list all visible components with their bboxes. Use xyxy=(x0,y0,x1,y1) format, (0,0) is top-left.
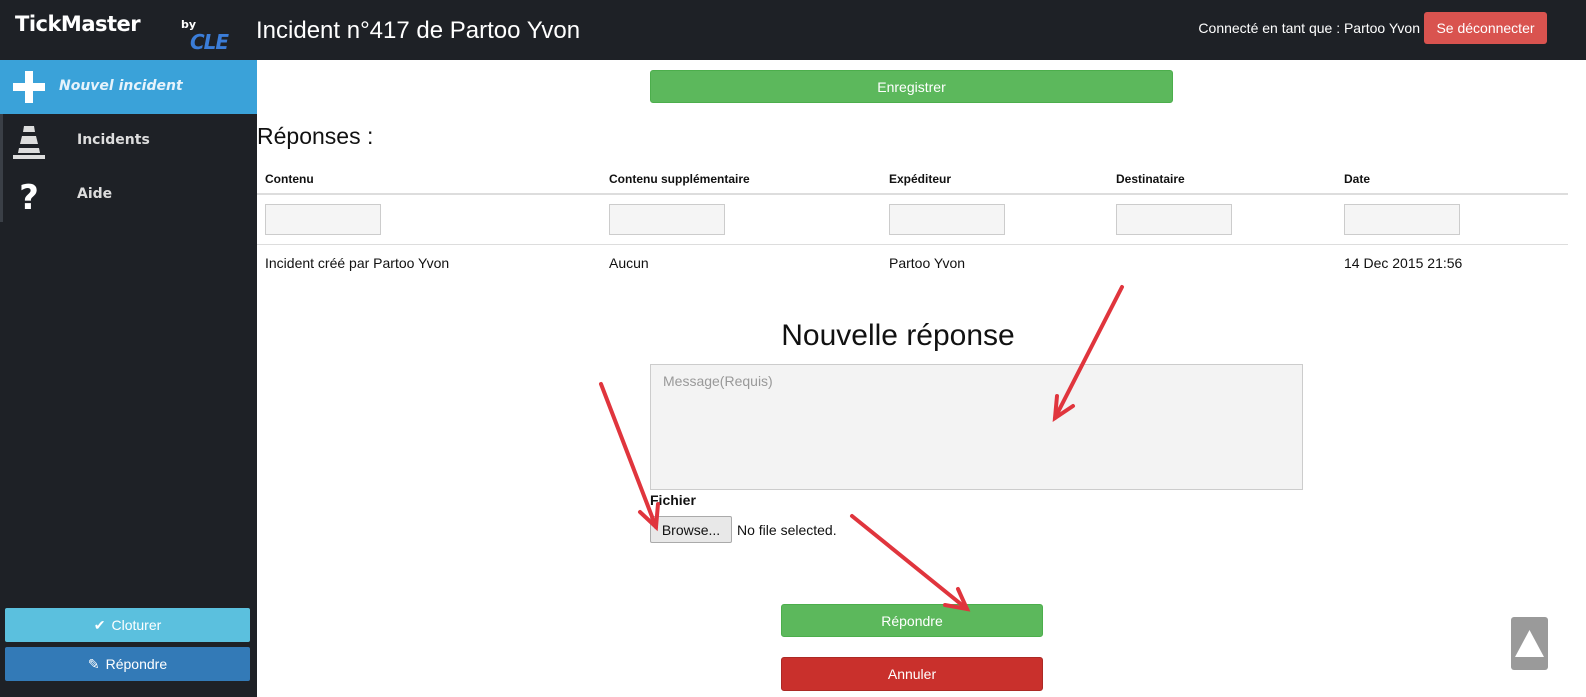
main-content: Enregistrer Réponses : Contenu Contenu s… xyxy=(257,60,1586,697)
sidebar-item-label: Aide xyxy=(77,186,113,202)
browse-file-button[interactable]: Browse... xyxy=(650,516,732,543)
filter-cell xyxy=(881,194,1108,245)
column-header[interactable]: Expéditeur xyxy=(881,165,1108,195)
app-logo: TickMaster xyxy=(15,12,141,36)
user-status: Connecté en tant que : Partoo Yvon xyxy=(1198,20,1420,36)
column-header[interactable]: Date xyxy=(1336,165,1568,195)
svg-text:?: ? xyxy=(19,178,39,214)
message-textarea[interactable] xyxy=(650,364,1303,490)
filter-input-extra-content[interactable] xyxy=(609,204,725,235)
question-icon: ? xyxy=(10,176,48,218)
filter-input-sender[interactable] xyxy=(889,204,1005,235)
filter-cell xyxy=(601,194,881,245)
pencil-icon: ✎ xyxy=(87,655,100,672)
page-title: Incident n°417 de Partoo Yvon xyxy=(256,17,581,44)
sidebar-item-incidents[interactable]: Incidents xyxy=(0,114,257,168)
filter-cell xyxy=(257,194,601,245)
table-cell: Aucun xyxy=(609,255,649,271)
plus-icon xyxy=(10,68,48,106)
sidebar-item-help[interactable]: ? Aide xyxy=(0,168,257,222)
filter-input-recipient[interactable] xyxy=(1116,204,1232,235)
scroll-to-top-button[interactable] xyxy=(1511,617,1548,670)
close-incident-button[interactable]: ✔ Cloturer xyxy=(5,608,250,642)
sidebar-item-label: Nouvel incident xyxy=(59,78,183,94)
new-reply-heading: Nouvelle réponse xyxy=(781,319,1015,352)
table-cell: Partoo Yvon xyxy=(889,255,966,271)
column-header[interactable]: Contenu supplémentaire xyxy=(601,165,881,195)
sidebar-item-new-incident[interactable]: Nouvel incident xyxy=(0,60,257,114)
table-cell xyxy=(1108,245,1336,282)
filter-input-content[interactable] xyxy=(265,204,381,235)
nav-indicator xyxy=(0,168,3,222)
file-status: No file selected. xyxy=(737,522,837,538)
close-incident-label: Cloturer xyxy=(111,616,162,633)
traffic-cone-icon xyxy=(10,122,48,160)
brand-logo: CLE xyxy=(190,30,229,54)
file-label: Fichier xyxy=(650,492,696,508)
sidebar-reply-button[interactable]: ✎ Répondre xyxy=(5,647,250,681)
responses-heading: Réponses : xyxy=(257,123,374,149)
cancel-button[interactable]: Annuler xyxy=(781,657,1043,691)
responses-table: Contenu Contenu supplémentaire Expéditeu… xyxy=(257,165,1568,281)
save-button[interactable]: Enregistrer xyxy=(650,70,1173,103)
table-header-row: Contenu Contenu supplémentaire Expéditeu… xyxy=(257,165,1568,195)
filter-cell xyxy=(1336,194,1568,245)
reply-button[interactable]: Répondre xyxy=(781,604,1043,637)
nav-indicator xyxy=(0,114,3,168)
sidebar: Nouvel incident Incidents ? Aide ✔ Clotur… xyxy=(0,60,257,697)
table-row: Incident créé par Partoo Yvon Aucun Part… xyxy=(257,245,1568,282)
filter-cell xyxy=(1108,194,1336,245)
column-header[interactable]: Contenu xyxy=(257,165,601,195)
arrow-up-icon xyxy=(1515,630,1544,657)
sidebar-reply-label: Répondre xyxy=(105,655,168,672)
logout-button[interactable]: Se déconnecter xyxy=(1424,12,1547,44)
top-bar: TickMaster by CLE Incident n°417 de Part… xyxy=(0,0,1586,60)
check-icon: ✔ xyxy=(93,616,106,633)
filter-row xyxy=(257,194,1568,245)
table-cell: 14 Dec 2015 21:56 xyxy=(1344,255,1463,271)
sidebar-item-label: Incidents xyxy=(77,132,150,148)
column-header[interactable]: Destinataire xyxy=(1108,165,1336,195)
filter-input-date[interactable] xyxy=(1344,204,1460,235)
table-cell: Incident créé par Partoo Yvon xyxy=(265,255,450,271)
